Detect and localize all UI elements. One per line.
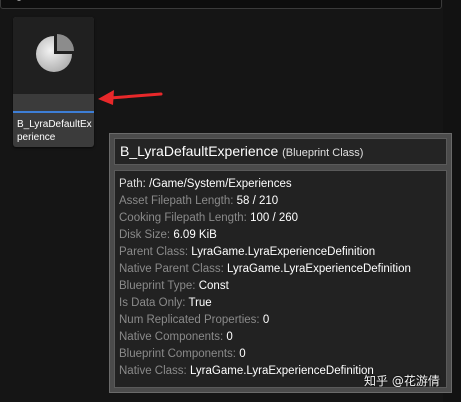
property-row: Native Components: 0: [119, 330, 233, 344]
property-row: Is Data Only: True: [119, 296, 212, 310]
watermark: 知乎 @花游倩: [364, 374, 440, 388]
pie-chart-icon: [36, 34, 74, 72]
tooltip-asset-name: B_LyraDefaultExperience: [120, 143, 279, 159]
property-row: Native Parent Class: LyraGame.LyraExperi…: [119, 262, 411, 276]
property-key: Parent Class:: [119, 246, 189, 258]
property-key: Blueprint Type:: [119, 280, 196, 292]
property-row: Num Replicated Properties: 0: [119, 313, 269, 327]
property-row: Path: /Game/System/Experiences: [119, 177, 292, 191]
property-row: Native Class: LyraGame.LyraExperienceDef…: [119, 364, 374, 378]
property-value: 0: [239, 348, 246, 360]
asset-type-stripe: [13, 111, 94, 113]
property-value: LyraGame.LyraExperienceDefinition: [191, 246, 376, 258]
property-key: Disk Size:: [119, 229, 171, 241]
property-value: 58 / 210: [236, 195, 279, 207]
search-icon: [16, 0, 22, 1]
asset-name-label: B_LyraDefaultExperience: [17, 119, 92, 143]
asset-tile[interactable]: B_LyraDefaultExperience: [13, 17, 94, 147]
property-row: Blueprint Type: Const: [119, 279, 229, 293]
asset-tooltip: B_LyraDefaultExperience (Blueprint Class…: [109, 133, 452, 393]
property-value: Const: [198, 280, 229, 292]
property-value: 6.09 KiB: [173, 229, 217, 241]
property-key: Path:: [119, 178, 146, 190]
property-key: Native Class:: [119, 365, 187, 377]
property-value: 0: [226, 331, 233, 343]
content-browser: B_LyraDefaultExperience B_LyraDefaultExp…: [0, 0, 461, 402]
tooltip-properties: Path: /Game/System/Experiences Asset Fil…: [114, 170, 447, 388]
search-bar[interactable]: [0, 0, 442, 9]
tooltip-header: B_LyraDefaultExperience (Blueprint Class…: [114, 138, 447, 165]
property-value: 0: [262, 314, 270, 326]
property-row: Parent Class: LyraGame.LyraExperienceDef…: [119, 245, 375, 259]
property-key: Cooking Filepath Length:: [119, 212, 247, 224]
property-key: Is Data Only:: [119, 297, 186, 309]
property-row: Blueprint Components: 0: [119, 347, 246, 361]
property-key: Native Components:: [119, 331, 224, 343]
property-key: Native Parent Class:: [119, 263, 224, 275]
property-value: 100 / 260: [250, 212, 299, 224]
tooltip-asset-kind: (Blueprint Class): [282, 147, 364, 159]
property-key: Blueprint Components:: [119, 348, 236, 360]
property-value: LyraGame.LyraExperienceDefinition: [227, 263, 411, 275]
asset-thumbnail: [13, 17, 94, 94]
annotation-arrow-icon: [98, 90, 163, 105]
property-row: Asset Filepath Length: 58 / 210: [119, 194, 278, 208]
property-row: Disk Size: 6.09 KiB: [119, 228, 217, 242]
property-value: LyraGame.LyraExperienceDefinition: [189, 365, 374, 377]
property-key: Num Replicated Properties:: [119, 314, 260, 326]
property-key: Asset Filepath Length:: [119, 195, 234, 207]
property-value: True: [188, 297, 212, 309]
tooltip-title: B_LyraDefaultExperience (Blueprint Class…: [120, 143, 363, 159]
property-row: Cooking Filepath Length: 100 / 260: [119, 211, 298, 225]
property-value: /Game/System/Experiences: [149, 178, 292, 190]
